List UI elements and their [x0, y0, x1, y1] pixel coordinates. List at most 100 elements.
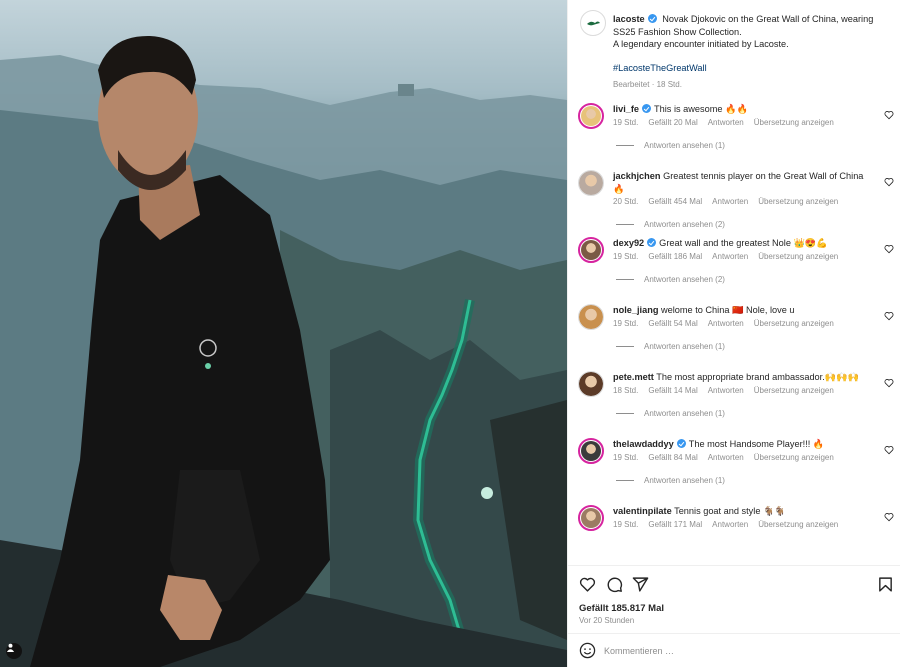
- comment-time: 19 Std.: [613, 319, 639, 328]
- post-sidebar: lacoste Novak Djokovic on the Great Wall…: [567, 0, 900, 667]
- comment-translate-button[interactable]: Übersetzung anzeigen: [754, 453, 834, 462]
- comment-row: valentinpilate Tennis goat and style 🐐🐐 1…: [568, 501, 900, 565]
- post-time: Vor 20 Stunden: [579, 616, 635, 625]
- comment-time: 19 Std.: [613, 453, 639, 462]
- comment-row: livi_fe This is awesome 🔥🔥 19 Std. Gefällt …: [568, 99, 900, 166]
- comment-avatar[interactable]: [578, 438, 604, 464]
- author-username[interactable]: lacoste: [613, 14, 645, 24]
- view-replies-button[interactable]: Antworten ansehen (2): [616, 220, 725, 229]
- emoji-icon[interactable]: [579, 642, 596, 659]
- comment-avatar[interactable]: [578, 103, 604, 129]
- comment-translate-button[interactable]: Übersetzung anzeigen: [758, 252, 838, 261]
- comment-reply-button[interactable]: Antworten: [712, 197, 748, 206]
- comment-meta: 19 Std. Gefällt 186 Mal Antworten Übersetzu…: [613, 252, 848, 261]
- comment-like-icon[interactable]: [884, 311, 894, 321]
- comment-meta: 19 Std. Gefällt 20 Mal Antworten Übersetzun…: [613, 118, 844, 127]
- replies-divider: [616, 413, 634, 414]
- comment-text: valentinpilate Tennis goat and style 🐐🐐: [613, 505, 878, 518]
- comment-avatar[interactable]: [578, 371, 604, 397]
- view-replies-button[interactable]: Antworten ansehen (1): [616, 342, 725, 351]
- view-replies-label: Antworten ansehen (1): [644, 342, 725, 351]
- likes-count[interactable]: Gefällt 185.817 Mal: [579, 603, 664, 614]
- post-image[interactable]: [0, 0, 567, 667]
- comment-meta: 19 Std. Gefällt 54 Mal Antworten Übersetzun…: [613, 319, 844, 328]
- comment-avatar[interactable]: [578, 237, 604, 263]
- comment-like-icon[interactable]: [884, 445, 894, 455]
- author-avatar[interactable]: [580, 10, 606, 36]
- comment-username[interactable]: pete.mett: [613, 372, 654, 382]
- comment-likes[interactable]: Gefällt 20 Mal: [648, 118, 697, 127]
- comment-row: pete.mett The most appropriate brand amb…: [568, 367, 900, 434]
- view-replies-button[interactable]: Antworten ansehen (2): [616, 275, 725, 284]
- comment-like-icon[interactable]: [884, 512, 894, 522]
- view-replies-button[interactable]: Antworten ansehen (1): [616, 409, 725, 418]
- comment-translate-button[interactable]: Übersetzung anzeigen: [758, 520, 838, 529]
- verified-icon: [647, 14, 657, 23]
- comment-avatar[interactable]: [578, 304, 604, 330]
- comment-username[interactable]: valentinpilate: [613, 506, 672, 516]
- comment-reply-button[interactable]: Antworten: [708, 386, 744, 395]
- comment-body: The most Handsome Player!!! 🔥: [688, 439, 825, 449]
- comment-username[interactable]: nole_jiang: [613, 305, 658, 315]
- comment-translate-button[interactable]: Übersetzung anzeigen: [754, 386, 834, 395]
- comment-body: The most appropriate brand ambassador.🙌🙌…: [656, 372, 860, 382]
- comment-avatar[interactable]: [578, 505, 604, 531]
- comment-reply-button[interactable]: Antworten: [712, 520, 748, 529]
- comment-body-cont: 🔥: [613, 183, 625, 194]
- comment-translate-button[interactable]: Übersetzung anzeigen: [754, 319, 834, 328]
- caption-line-3: A legendary encounter initiated by Lacos…: [613, 39, 789, 49]
- view-replies-label: Antworten ansehen (1): [644, 409, 725, 418]
- comment-translate-button[interactable]: Übersetzung anzeigen: [758, 197, 838, 206]
- bookmark-icon[interactable]: [877, 576, 894, 593]
- comment-text: thelawdaddyy The most Handsome Player!!! …: [613, 438, 878, 451]
- comments-list: livi_fe This is awesome 🔥🔥 19 Std. Gefällt …: [568, 95, 900, 565]
- comment-reply-button[interactable]: Antworten: [708, 319, 744, 328]
- comment-meta: 20 Std. Gefällt 454 Mal Antworten Übersetzu…: [613, 197, 848, 206]
- comment-username[interactable]: thelawdaddyy: [613, 439, 674, 449]
- comment-likes[interactable]: Gefällt 54 Mal: [648, 319, 697, 328]
- comment-meta: 19 Std. Gefällt 171 Mal Antworten Übersetzu…: [613, 520, 848, 529]
- comment-likes[interactable]: Gefällt 454 Mal: [648, 197, 702, 206]
- view-replies-button[interactable]: Antworten ansehen (1): [616, 141, 725, 150]
- replies-divider: [616, 145, 634, 146]
- comment-username[interactable]: dexy92: [613, 238, 644, 248]
- view-replies-label: Antworten ansehen (2): [644, 220, 725, 229]
- comment-username[interactable]: livi_fe: [613, 104, 639, 114]
- comment-input[interactable]: [604, 642, 844, 660]
- verified-icon: [676, 439, 686, 448]
- heart-icon[interactable]: [579, 576, 596, 593]
- comment-like-icon[interactable]: [884, 244, 894, 254]
- comment-like-icon[interactable]: [884, 177, 894, 187]
- comment-time: 19 Std.: [613, 520, 639, 529]
- comment-row: nole_jiang welome to China 🇨🇳 Nole, love…: [568, 300, 900, 367]
- caption-line-2: SS25 Fashion Show Collection.: [613, 26, 742, 37]
- comment-like-icon[interactable]: [884, 110, 894, 120]
- caption-line-1: Novak Djokovic on the Great Wall of Chin…: [662, 14, 874, 24]
- comment-translate-button[interactable]: Übersetzung anzeigen: [754, 118, 834, 127]
- comment-likes[interactable]: Gefällt 14 Mal: [648, 386, 697, 395]
- view-replies-label: Antworten ansehen (2): [644, 275, 725, 284]
- caption-edited: Bearbeitet · 18 Std.: [613, 80, 682, 89]
- view-replies-button[interactable]: Antworten ansehen (1): [616, 476, 725, 485]
- comment-text: dexy92 Great wall and the greatest Nole 👑…: [613, 237, 878, 250]
- comment-body: Great wall and the greatest Nole 👑😍💪: [659, 238, 828, 248]
- comment-reply-button[interactable]: Antworten: [708, 453, 744, 462]
- comment-body: Tennis goat and style 🐐🐐: [674, 506, 786, 516]
- comment-likes[interactable]: Gefällt 186 Mal: [648, 252, 702, 261]
- comment-like-icon[interactable]: [884, 378, 894, 388]
- comment-likes[interactable]: Gefällt 84 Mal: [648, 453, 697, 462]
- comment-likes[interactable]: Gefällt 171 Mal: [648, 520, 702, 529]
- comment-reply-button[interactable]: Antworten: [708, 118, 744, 127]
- caption-hashtag[interactable]: #LacosteTheGreatWall: [613, 62, 707, 75]
- verified-icon: [642, 104, 652, 113]
- comment-icon[interactable]: [606, 576, 623, 593]
- comment-username[interactable]: jackhjchen: [613, 171, 661, 181]
- comment-body: welome to China 🇨🇳 Nole, love u: [661, 305, 795, 315]
- comment-avatar[interactable]: [578, 170, 604, 196]
- comment-time: 20 Std.: [613, 197, 639, 206]
- share-icon[interactable]: [632, 576, 649, 593]
- replies-divider: [616, 224, 634, 225]
- comment-reply-button[interactable]: Antworten: [712, 252, 748, 261]
- user-icon[interactable]: [6, 643, 22, 659]
- comment-time: 19 Std.: [613, 118, 639, 127]
